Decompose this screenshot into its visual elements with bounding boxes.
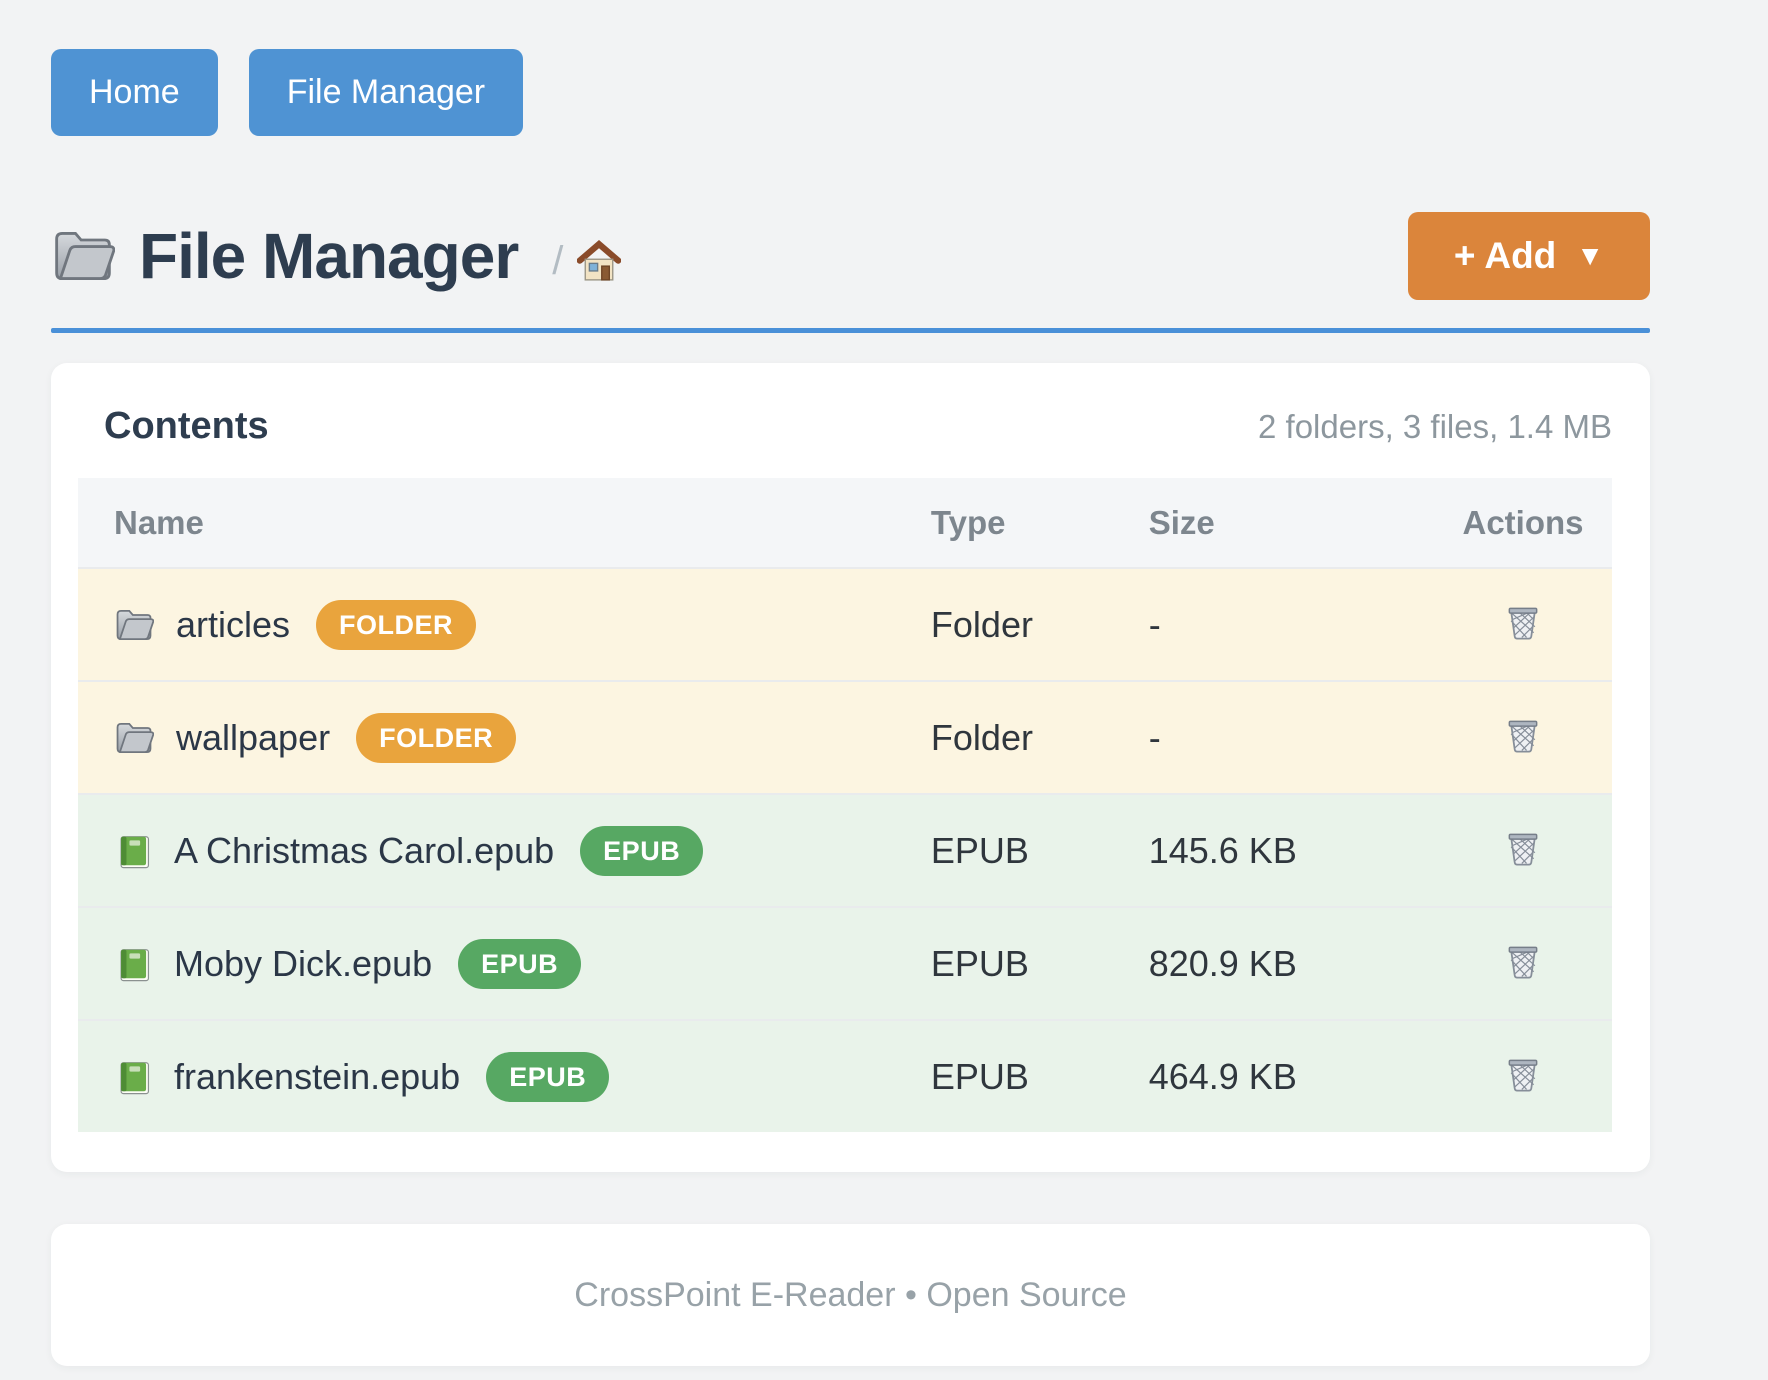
- type-badge: EPUB: [458, 939, 581, 989]
- book-icon: [114, 945, 152, 983]
- column-header-type: Type: [931, 478, 1149, 568]
- delete-button[interactable]: [1500, 825, 1546, 871]
- footer: CrossPoint E-Reader • Open Source: [51, 1224, 1650, 1366]
- type-badge: EPUB: [486, 1052, 609, 1102]
- row-name[interactable]: A Christmas Carol.epub: [174, 830, 554, 872]
- title-underline: [51, 328, 1650, 333]
- row-name[interactable]: Moby Dick.epub: [174, 943, 432, 985]
- book-icon: [114, 832, 152, 870]
- contents-card-header: Contents 2 folders, 3 files, 1.4 MB: [78, 405, 1612, 478]
- contents-heading: Contents: [104, 405, 269, 448]
- page-title: File Manager: [139, 219, 518, 293]
- cell-type: Folder: [931, 681, 1149, 794]
- cell-type: Folder: [931, 568, 1149, 681]
- table-body: articles FOLDER Folder - wallpaper: [78, 568, 1612, 1132]
- type-badge: EPUB: [580, 826, 703, 876]
- folder-icon: [114, 718, 154, 758]
- cell-type: EPUB: [931, 1020, 1149, 1132]
- contents-summary: 2 folders, 3 files, 1.4 MB: [1258, 408, 1612, 446]
- type-badge: FOLDER: [316, 600, 476, 650]
- trash-icon: [1504, 1055, 1542, 1093]
- trash-icon: [1504, 942, 1542, 980]
- column-header-size: Size: [1149, 478, 1434, 568]
- table-row[interactable]: frankenstein.epub EPUB EPUB 464.9 KB: [78, 1020, 1612, 1132]
- add-button-label: + Add: [1454, 235, 1556, 277]
- cell-type: EPUB: [931, 794, 1149, 907]
- type-badge: FOLDER: [356, 713, 516, 763]
- nav-file-manager-button[interactable]: File Manager: [249, 49, 523, 136]
- add-button[interactable]: + Add ▼: [1408, 212, 1650, 300]
- nav-home-button[interactable]: Home: [51, 49, 218, 136]
- trash-icon: [1504, 716, 1542, 754]
- page-header: File Manager / + Add ▼: [51, 212, 1650, 300]
- caret-down-icon: ▼: [1576, 240, 1604, 272]
- cell-size: -: [1149, 568, 1434, 681]
- cell-size: 820.9 KB: [1149, 907, 1434, 1020]
- footer-text: CrossPoint E-Reader • Open Source: [574, 1276, 1126, 1315]
- top-nav: Home File Manager: [51, 49, 1650, 136]
- folder-icon: [51, 224, 115, 288]
- book-icon: [114, 1058, 152, 1096]
- table-row[interactable]: A Christmas Carol.epub EPUB EPUB 145.6 K…: [78, 794, 1612, 907]
- breadcrumb-separator: /: [552, 239, 563, 284]
- table-row[interactable]: Moby Dick.epub EPUB EPUB 820.9 KB: [78, 907, 1612, 1020]
- row-name[interactable]: frankenstein.epub: [174, 1056, 460, 1098]
- table-row[interactable]: wallpaper FOLDER Folder -: [78, 681, 1612, 794]
- cell-size: -: [1149, 681, 1434, 794]
- home-icon[interactable]: [577, 240, 621, 284]
- name-cell: A Christmas Carol.epub EPUB: [78, 826, 931, 876]
- name-cell: articles FOLDER: [78, 600, 931, 650]
- contents-card: Contents 2 folders, 3 files, 1.4 MB Name…: [51, 363, 1650, 1172]
- file-manager-page: Home File Manager File Manager / + Add ▼…: [0, 0, 1768, 1366]
- row-name[interactable]: articles: [176, 604, 290, 646]
- name-cell: wallpaper FOLDER: [78, 713, 931, 763]
- cell-type: EPUB: [931, 907, 1149, 1020]
- folder-icon: [114, 605, 154, 645]
- file-table-header: Name Type Size Actions: [78, 478, 1612, 568]
- row-name[interactable]: wallpaper: [176, 717, 330, 759]
- column-header-name: Name: [78, 478, 931, 568]
- title-wrap: File Manager /: [51, 219, 621, 293]
- trash-icon: [1504, 829, 1542, 867]
- name-cell: Moby Dick.epub EPUB: [78, 939, 931, 989]
- delete-button[interactable]: [1500, 599, 1546, 645]
- name-cell: frankenstein.epub EPUB: [78, 1052, 931, 1102]
- cell-size: 145.6 KB: [1149, 794, 1434, 907]
- trash-icon: [1504, 603, 1542, 641]
- cell-size: 464.9 KB: [1149, 1020, 1434, 1132]
- delete-button[interactable]: [1500, 1051, 1546, 1097]
- delete-button[interactable]: [1500, 938, 1546, 984]
- file-table: Name Type Size Actions articles FOLDER F…: [78, 478, 1612, 1132]
- table-row[interactable]: articles FOLDER Folder -: [78, 568, 1612, 681]
- delete-button[interactable]: [1500, 712, 1546, 758]
- column-header-actions: Actions: [1434, 478, 1612, 568]
